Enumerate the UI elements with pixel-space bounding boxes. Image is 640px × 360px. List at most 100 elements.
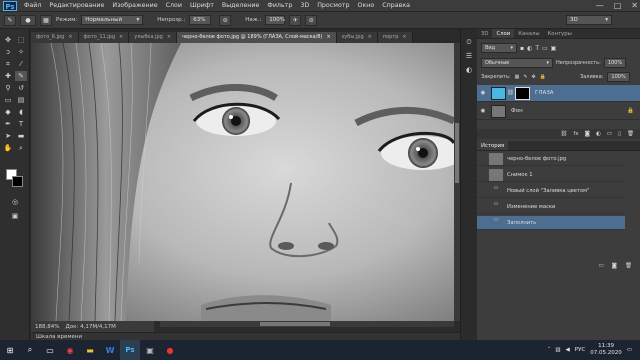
filter-type-icon[interactable]: T [535, 45, 539, 52]
quick-mask-icon[interactable]: ◎ [9, 197, 21, 207]
photoshop-taskbar-icon[interactable]: Ps [120, 340, 140, 360]
history-item[interactable]: Снимок 1 [477, 168, 625, 182]
airbrush-icon[interactable]: ✈ [289, 14, 302, 26]
fill-field[interactable]: 100% [607, 72, 630, 82]
menu-item[interactable]: Выделение [218, 2, 264, 9]
layer-mask-thumbnail[interactable] [514, 86, 530, 100]
menu-item[interactable]: Слои [162, 2, 186, 9]
chevron-up-icon[interactable]: ˄ [548, 347, 551, 353]
menu-item[interactable]: Окно [354, 2, 379, 9]
eye-icon[interactable]: ◉ [477, 108, 489, 114]
scroll-thumb[interactable] [455, 123, 459, 183]
document-tab[interactable]: черно-белое фото.jpg @ 189% (ГЛАЗА, Слой… [177, 32, 337, 43]
lock-paint-icon[interactable]: ✎ [523, 74, 527, 80]
blur-tool-icon[interactable]: ◆ [2, 107, 14, 117]
workspace-select[interactable]: 3D ▾ [566, 15, 612, 25]
clock[interactable]: 11:39 07.05.2020 [590, 343, 622, 357]
panel-tab[interactable]: 3D [477, 29, 492, 38]
history-panel-icon[interactable]: ⏲ [463, 37, 475, 47]
layer-name[interactable]: Фон [511, 108, 523, 114]
close-icon[interactable]: × [326, 32, 330, 43]
explorer-icon[interactable]: ▬ [80, 340, 100, 360]
eyedropper-tool-icon[interactable]: ⁄ [15, 59, 27, 69]
move-tool-icon[interactable]: ✥ [2, 35, 14, 45]
path-selection-tool-icon[interactable]: ➤ [2, 131, 14, 141]
crop-tool-icon[interactable]: ⌗ [2, 59, 14, 69]
trash-icon[interactable]: 🗑 [625, 263, 632, 269]
brush-panel-icon[interactable]: ▦ [40, 14, 52, 26]
opacity-field[interactable]: 63% [189, 15, 212, 25]
close-icon[interactable]: × [119, 32, 123, 43]
document-tab[interactable]: портр × [377, 32, 413, 43]
trash-icon[interactable]: 🗑 [627, 131, 634, 137]
panel-tab[interactable]: Каналы [514, 29, 543, 38]
close-icon[interactable]: × [68, 32, 72, 43]
filter-pixel-icon[interactable]: ▪ [520, 45, 524, 52]
close-icon[interactable]: × [167, 32, 171, 43]
filter-adjust-icon[interactable]: ◐ [527, 45, 532, 52]
panel-tab[interactable]: Слои [492, 29, 515, 38]
dodge-tool-icon[interactable]: ◖ [15, 107, 27, 117]
document-tab[interactable]: фото_11.jpg × [78, 32, 130, 43]
close-icon[interactable]: × [368, 32, 372, 43]
task-view-icon[interactable]: ▭ [40, 340, 60, 360]
brush-preset-icon[interactable]: ✎ [4, 14, 16, 26]
network-icon[interactable]: ▥ [555, 347, 560, 353]
menu-item[interactable]: Редактирование [45, 2, 108, 9]
zoom-tool-icon[interactable]: ⌕ [15, 143, 27, 153]
adjustments-panel-icon[interactable]: ◐ [463, 65, 475, 75]
menu-item[interactable]: Фильтр [263, 2, 296, 9]
restore-button[interactable]: □ [614, 0, 622, 12]
brush-tool-icon[interactable]: ✎ [15, 71, 27, 81]
new-group-icon[interactable]: ▭ [607, 131, 612, 137]
layer-name[interactable]: ГЛАЗА [535, 90, 554, 96]
type-tool-icon[interactable]: T [15, 119, 27, 129]
history-item[interactable]: ▭ Новый слой "Заливка цветом" [477, 184, 625, 198]
document-tab[interactable]: зубы.jpg × [336, 32, 378, 43]
marquee-tool-icon[interactable]: ⬚ [15, 35, 27, 45]
hand-tool-icon[interactable]: ✋ [2, 143, 14, 153]
eye-icon[interactable]: ◉ [477, 90, 489, 96]
document-tab[interactable]: улыбка.jpg × [129, 32, 178, 43]
chrome-icon[interactable]: ◉ [60, 340, 80, 360]
properties-panel-icon[interactable]: ☰ [463, 51, 475, 61]
layer-row[interactable]: ◉ ⛓ ГЛАЗА [477, 85, 640, 102]
background-color-swatch[interactable] [12, 176, 23, 187]
lock-all-icon[interactable]: 🔒 [540, 74, 546, 80]
windows-start-icon[interactable]: ⊞ [0, 340, 20, 360]
adjustment-layer-icon[interactable]: ◐ [596, 131, 601, 137]
menu-item[interactable]: Справка [378, 2, 414, 9]
menu-item[interactable]: Изображение [108, 2, 161, 9]
brush-size-icon[interactable]: ● [20, 14, 36, 26]
layer-opacity-field[interactable]: 100% [603, 58, 627, 68]
bandicam-icon[interactable]: ● [160, 340, 180, 360]
minimize-button[interactable]: — [596, 0, 604, 12]
menu-item[interactable]: Просмотр [313, 2, 353, 9]
document-tab[interactable]: фото_6.jpg × [31, 32, 79, 43]
pressure-size-icon[interactable]: ⊘ [305, 14, 318, 26]
media-icon[interactable]: ▣ [140, 340, 160, 360]
panel-tab[interactable]: Контуры [544, 29, 576, 38]
kind-select[interactable]: Вид ▾ [481, 43, 517, 53]
history-item[interactable]: ▭ Заполнить [477, 216, 625, 230]
word-icon[interactable]: W [100, 340, 120, 360]
mode-select[interactable]: Нормальный ▾ [81, 15, 144, 25]
lasso-tool-icon[interactable]: ↄ [2, 47, 14, 57]
volume-icon[interactable]: ◀ [566, 347, 570, 353]
notifications-icon[interactable]: ▭ [627, 347, 632, 353]
link-layers-icon[interactable]: ⛓ [560, 131, 567, 137]
blend-mode-select[interactable]: Обычные ▾ [481, 58, 553, 68]
add-mask-icon[interactable]: ◙ [585, 131, 590, 137]
history-brush-tool-icon[interactable]: ↺ [15, 83, 27, 93]
pressure-opacity-icon[interactable]: ⊘ [219, 14, 232, 26]
close-button[interactable]: ✕ [631, 0, 638, 12]
filter-shape-icon[interactable]: ▭ [542, 45, 548, 52]
screen-mode-icon[interactable]: ▣ [9, 211, 21, 221]
filter-smart-icon[interactable]: ▣ [551, 45, 557, 52]
close-icon[interactable]: × [402, 32, 406, 43]
search-icon[interactable]: ⌕ [20, 340, 40, 360]
eraser-tool-icon[interactable]: ▭ [2, 95, 14, 105]
clone-stamp-tool-icon[interactable]: ⚲ [2, 83, 14, 93]
healing-brush-tool-icon[interactable]: ✚ [2, 71, 14, 81]
history-item[interactable]: черно-белое фото.jpg [477, 152, 625, 166]
